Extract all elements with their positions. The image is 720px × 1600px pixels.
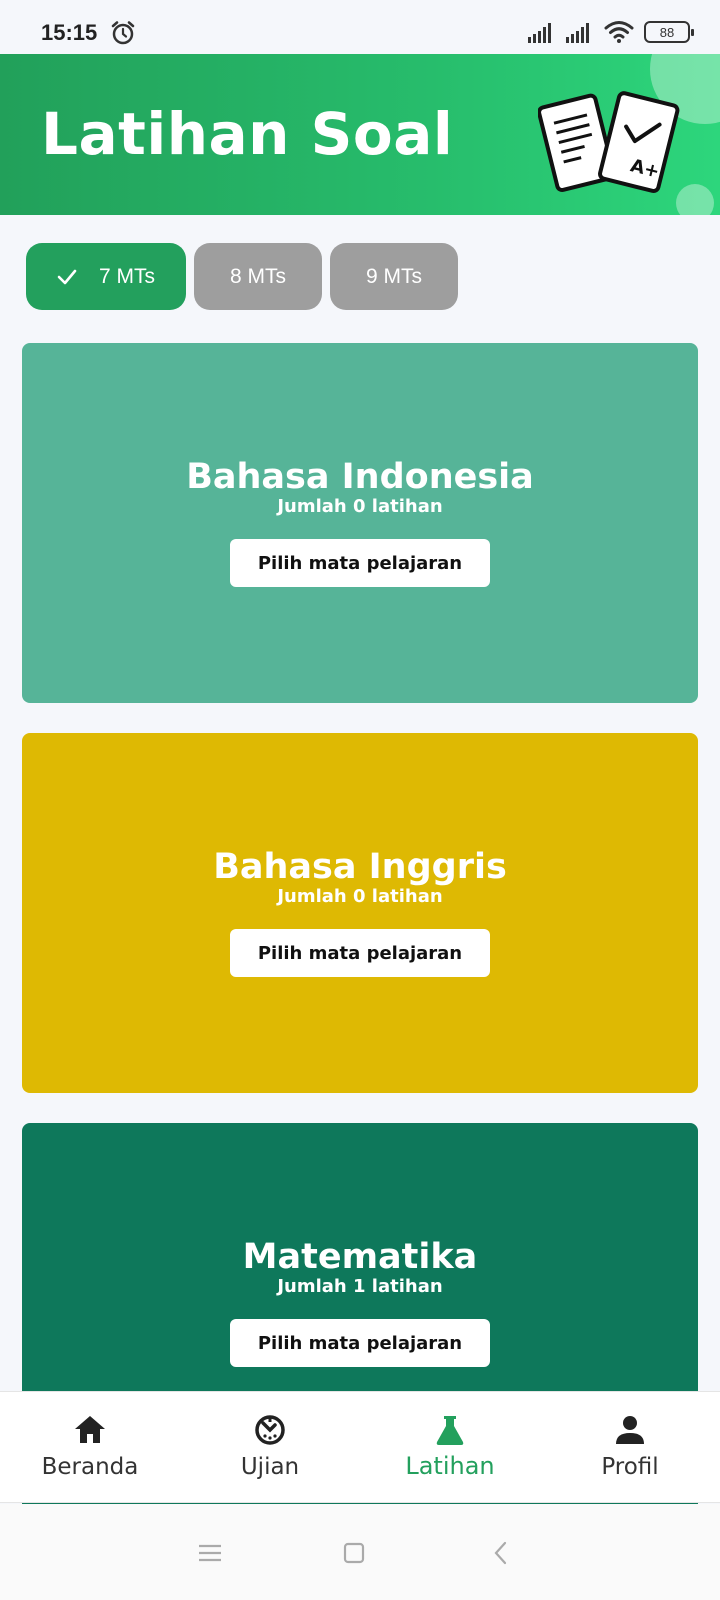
choose-subject-button[interactable]: Pilih mata pelajaran (230, 929, 490, 977)
page-header: Latihan Soal A+ (0, 54, 720, 215)
battery-level: 88 (659, 24, 675, 40)
subject-title: Matematika (242, 1237, 478, 1277)
wifi-icon (604, 21, 634, 43)
subject-card-bahasa-inggris[interactable]: Bahasa Inggris Jumlah 0 latihan Pilih ma… (22, 733, 698, 1093)
battery-indicator: 88 (644, 21, 694, 43)
nav-label: Latihan (405, 1452, 495, 1480)
chip-label: 9 MTs (365, 264, 422, 288)
chip-label: 7 MTs (98, 264, 155, 288)
home-icon (75, 1416, 105, 1443)
status-time: 15:15 (41, 20, 98, 45)
home-square-icon[interactable] (339, 1538, 369, 1568)
page-title: Latihan Soal (41, 100, 454, 168)
flask-icon (436, 1416, 464, 1445)
decorative-bubble-small (676, 184, 714, 215)
nav-item-profil[interactable]: Profil (540, 1392, 720, 1504)
nav-item-beranda[interactable]: Beranda (0, 1392, 180, 1504)
grade-filter-chips: 7 MTs 8 MTs 9 MTs (26, 243, 458, 310)
bottom-navigation: Beranda Ujian Latihan Profil (0, 1391, 720, 1503)
timer-icon (255, 1415, 285, 1445)
status-bar: 15:15 88 (0, 0, 720, 54)
chip-9-mts[interactable]: 9 MTs (330, 243, 458, 310)
subject-count: Jumlah 0 latihan (277, 886, 443, 907)
nav-item-latihan[interactable]: Latihan (360, 1392, 540, 1504)
subject-count: Jumlah 1 latihan (277, 1276, 443, 1297)
chip-8-mts[interactable]: 8 MTs (194, 243, 322, 310)
signal-icon-2 (566, 23, 589, 43)
nav-label: Beranda (41, 1454, 139, 1480)
signal-icon (528, 23, 551, 43)
status-icons: 88 (528, 20, 694, 44)
system-navigation-bar (0, 1504, 720, 1600)
back-icon[interactable] (486, 1538, 516, 1568)
alarm-icon (111, 21, 135, 45)
person-icon (616, 1416, 644, 1444)
nav-label: Ujian (240, 1454, 300, 1480)
subject-title: Bahasa Inggris (213, 847, 507, 887)
choose-subject-button[interactable]: Pilih mata pelajaran (230, 539, 490, 587)
screen: 15:15 88 Latihan Soal A+ 7 MTs 8 MTs 9 M… (0, 0, 720, 1600)
chip-7-mts[interactable]: 7 MTs (26, 243, 186, 310)
menu-icon[interactable] (195, 1538, 225, 1568)
choose-subject-button[interactable]: Pilih mata pelajaran (230, 1319, 490, 1367)
subject-count: Jumlah 0 latihan (277, 496, 443, 517)
subject-card-bahasa-indonesia[interactable]: Bahasa Indonesia Jumlah 0 latihan Pilih … (22, 343, 698, 703)
nav-label: Profil (601, 1454, 659, 1480)
nav-item-ujian[interactable]: Ujian (180, 1392, 360, 1504)
exam-paper-illustration-icon: A+ (538, 91, 680, 193)
subject-title: Bahasa Indonesia (186, 457, 534, 497)
check-icon (57, 269, 77, 284)
chip-label: 8 MTs (229, 264, 286, 288)
